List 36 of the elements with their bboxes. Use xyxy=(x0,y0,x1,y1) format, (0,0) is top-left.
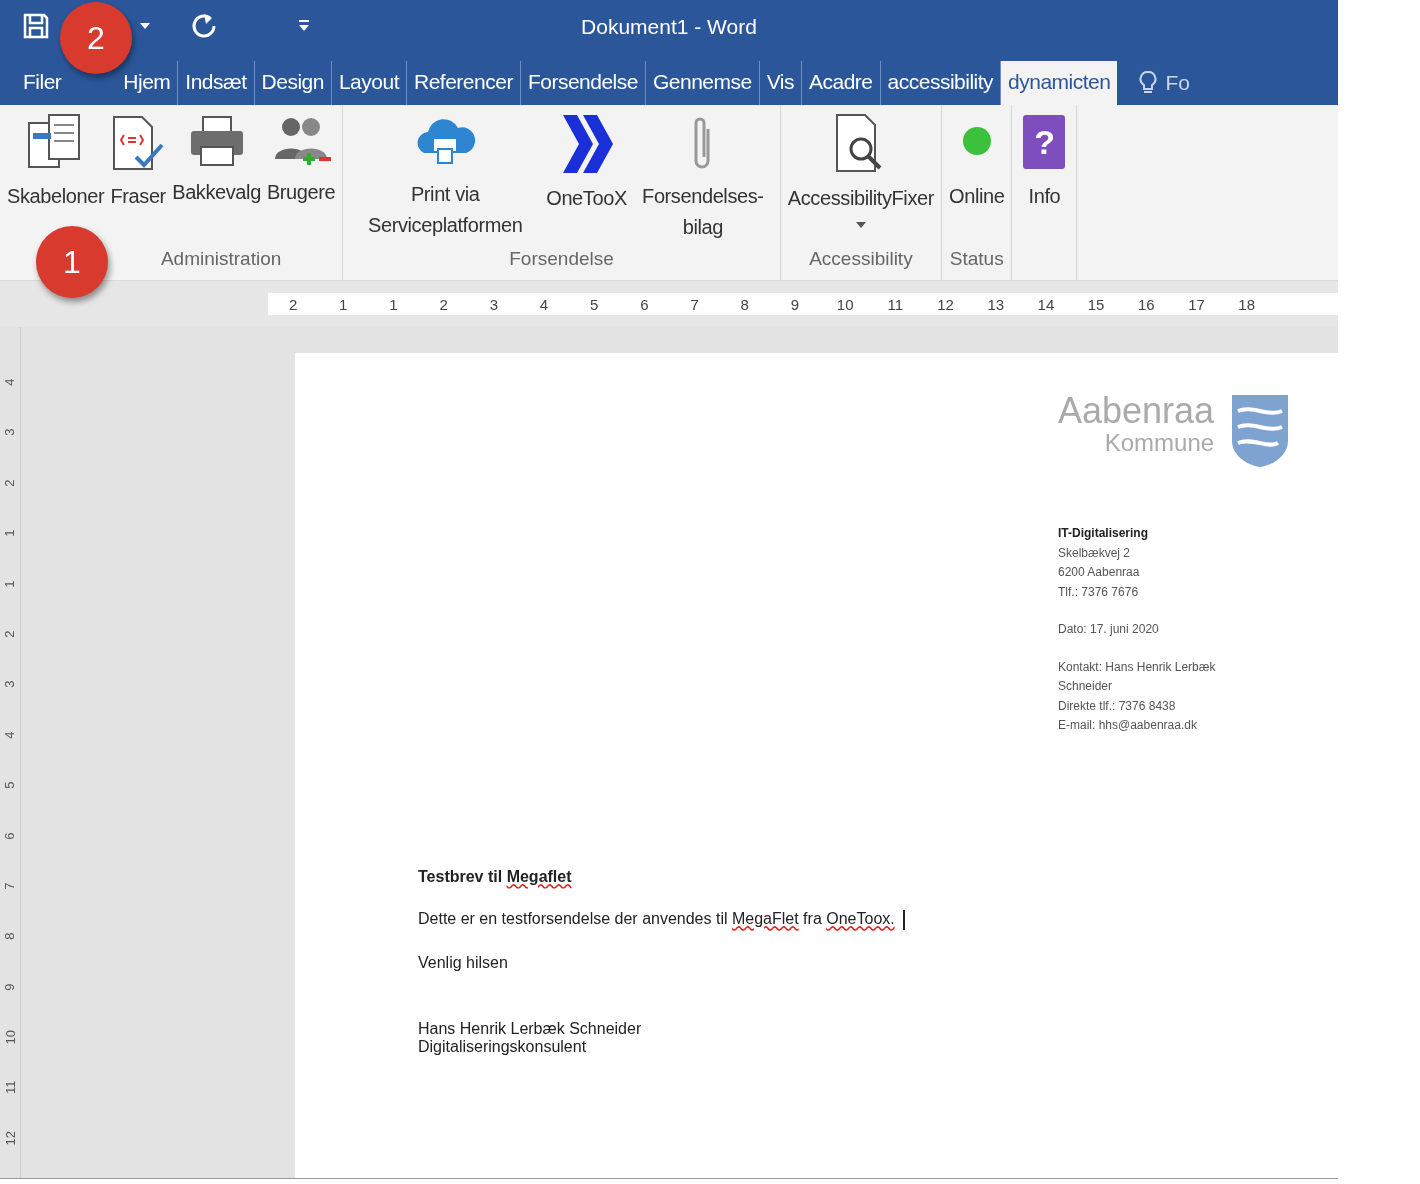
ribbon-button[interactable]: Skabeloner xyxy=(4,113,108,212)
address-line: Tlf.: 7376 7676 xyxy=(1058,583,1140,601)
ribbon-button[interactable]: OneTooX xyxy=(543,113,630,214)
ribbon-tab[interactable]: dynamicten xyxy=(1001,61,1118,105)
contact-line: E-mail: hhs@aabenraa.dk xyxy=(1058,717,1198,734)
contact-line: Schneider xyxy=(1058,678,1114,695)
closing-text: Venlig hilsen xyxy=(418,954,509,972)
group-label: Forsendelse xyxy=(509,248,614,271)
letter-heading: Testbrev til Megaflet xyxy=(418,868,573,886)
ribbon-button[interactable]: ? Info xyxy=(1016,113,1073,212)
ribbon-button[interactable]: Online xyxy=(946,113,1008,212)
contact-line: Kontakt: Hans Henrik Lerbæk xyxy=(1058,658,1217,676)
logo-subtitle: Kommune xyxy=(1104,429,1215,457)
window-title: Dokument1 - Word xyxy=(581,15,757,39)
address-line: Skelbækvej 2 xyxy=(1058,544,1132,562)
letter-body: Dette er en testforsendelse der anvendes til MegaFlet fra OneToox. xyxy=(418,910,1058,930)
ribbon-button[interactable]: Fraser xyxy=(107,113,170,212)
horizontal-ruler: 2 1 1 2 3 4 5 6 7 8 9 10 11 12 13 14 15 16 17 18 xyxy=(268,293,1338,315)
contact-line: Direkte tlf.: 7376 8438 xyxy=(1058,697,1177,715)
tell-me-field[interactable]: Fo xyxy=(1117,70,1190,105)
ribbon-button[interactable]: Forsendelses-bilag xyxy=(629,113,776,243)
address-line: IT-Digitalisering xyxy=(1058,525,1149,542)
date-line: Dato: 17. juni 2020 xyxy=(1058,621,1160,638)
group-label: Administration xyxy=(160,248,282,271)
vertical-ruler: 4 3 2 1 1 2 3 4 5 6 7 8 9 10 11 12 xyxy=(0,327,21,1178)
signature-line: Digitaliseringskonsulent xyxy=(418,1038,588,1056)
signature-line: Hans Henrik Lerbæk Schneider xyxy=(418,1020,643,1038)
logo-name: Aabenraa xyxy=(1058,393,1215,429)
ribbon-button[interactable]: Bakkevalg xyxy=(169,113,264,208)
address-line: 6200 Aabenraa xyxy=(1058,564,1141,581)
help-icon: ? xyxy=(1023,115,1066,169)
group-label: Status xyxy=(949,248,1004,271)
ribbon-button[interactable]: Brugere xyxy=(263,113,339,208)
ribbon-button[interactable]: AccessibilityFixer xyxy=(784,113,937,228)
group-label: Accessibility xyxy=(809,248,913,271)
ribbon-button[interactable]: Print via Serviceplatformen xyxy=(347,113,544,241)
